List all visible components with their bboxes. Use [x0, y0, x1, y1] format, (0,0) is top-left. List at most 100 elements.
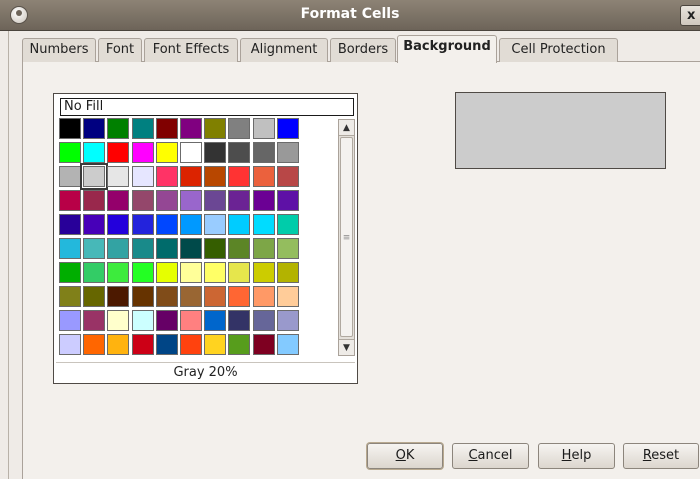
color-swatch[interactable]	[228, 310, 250, 331]
color-swatch[interactable]	[107, 238, 129, 259]
color-swatch[interactable]	[59, 214, 81, 235]
close-button[interactable]: x	[680, 5, 700, 26]
color-swatch[interactable]	[204, 142, 226, 163]
color-swatch[interactable]	[204, 214, 226, 235]
color-swatch[interactable]	[83, 334, 105, 355]
no-fill-option[interactable]: No Fill	[60, 98, 354, 116]
color-swatch[interactable]	[228, 142, 250, 163]
color-swatch[interactable]	[180, 142, 202, 163]
color-swatch[interactable]	[180, 118, 202, 139]
tab-font[interactable]: Font	[98, 38, 142, 62]
color-swatch[interactable]	[107, 286, 129, 307]
color-swatch[interactable]	[253, 286, 275, 307]
color-swatch[interactable]	[132, 118, 154, 139]
color-swatch[interactable]	[132, 190, 154, 211]
scrollbar-thumb[interactable]: ≡	[340, 137, 353, 337]
color-swatch[interactable]	[180, 190, 202, 211]
color-swatch[interactable]	[204, 118, 226, 139]
color-swatch[interactable]	[277, 310, 299, 331]
scroll-up-arrow-icon[interactable]: ▲	[339, 120, 354, 136]
color-swatch[interactable]	[228, 190, 250, 211]
color-swatch[interactable]	[277, 166, 299, 187]
color-swatch[interactable]	[83, 142, 105, 163]
color-swatch[interactable]	[253, 142, 275, 163]
color-swatch[interactable]	[83, 286, 105, 307]
color-swatch[interactable]	[204, 310, 226, 331]
color-swatch[interactable]	[277, 190, 299, 211]
color-swatch[interactable]	[228, 238, 250, 259]
color-swatch[interactable]	[204, 238, 226, 259]
color-swatch[interactable]	[83, 310, 105, 331]
tab-cell-protection[interactable]: Cell Protection	[499, 38, 618, 62]
color-swatch[interactable]	[277, 238, 299, 259]
color-swatch[interactable]	[107, 334, 129, 355]
color-swatch[interactable]	[132, 166, 154, 187]
color-swatch[interactable]	[228, 334, 250, 355]
color-swatch[interactable]	[83, 238, 105, 259]
color-swatch[interactable]	[156, 166, 178, 187]
color-swatch[interactable]	[253, 190, 275, 211]
scroll-down-arrow-icon[interactable]: ▼	[339, 339, 354, 355]
color-swatch[interactable]	[180, 262, 202, 283]
color-swatch[interactable]	[156, 262, 178, 283]
color-swatch[interactable]	[59, 310, 81, 331]
color-swatch[interactable]	[132, 142, 154, 163]
color-swatch[interactable]	[132, 214, 154, 235]
color-swatch[interactable]	[180, 166, 202, 187]
color-swatch[interactable]	[107, 262, 129, 283]
color-swatch[interactable]	[132, 334, 154, 355]
palette-scrollbar[interactable]: ▲ ≡ ▼	[338, 119, 355, 356]
color-swatch[interactable]	[228, 286, 250, 307]
color-swatch[interactable]	[204, 286, 226, 307]
color-swatch[interactable]	[59, 190, 81, 211]
color-swatch[interactable]	[228, 262, 250, 283]
color-swatch[interactable]	[59, 286, 81, 307]
reset-button[interactable]: Reset	[623, 443, 699, 469]
color-swatch[interactable]	[180, 238, 202, 259]
color-swatch[interactable]	[156, 286, 178, 307]
color-swatch[interactable]	[277, 142, 299, 163]
help-button[interactable]: Help	[538, 443, 615, 469]
color-swatch[interactable]	[83, 190, 105, 211]
color-swatch[interactable]	[59, 166, 81, 187]
color-swatch[interactable]	[180, 286, 202, 307]
cancel-button[interactable]: Cancel	[452, 443, 529, 469]
color-swatch[interactable]	[253, 310, 275, 331]
color-swatch[interactable]	[107, 310, 129, 331]
color-swatch[interactable]	[180, 214, 202, 235]
color-swatch[interactable]	[59, 118, 81, 139]
color-swatch[interactable]	[59, 334, 81, 355]
color-swatch[interactable]	[83, 214, 105, 235]
color-swatch[interactable]	[107, 142, 129, 163]
color-swatch[interactable]	[59, 238, 81, 259]
color-swatch[interactable]	[180, 310, 202, 331]
color-swatch[interactable]	[132, 310, 154, 331]
color-swatch[interactable]	[228, 214, 250, 235]
color-swatch[interactable]	[204, 334, 226, 355]
color-swatch[interactable]	[80, 163, 108, 190]
color-swatch[interactable]	[253, 238, 275, 259]
tab-font-effects[interactable]: Font Effects	[144, 38, 238, 62]
color-swatch[interactable]	[156, 118, 178, 139]
color-swatch[interactable]	[59, 142, 81, 163]
color-swatch[interactable]	[253, 118, 275, 139]
color-swatch[interactable]	[277, 262, 299, 283]
color-swatch[interactable]	[107, 190, 129, 211]
color-swatch[interactable]	[228, 166, 250, 187]
color-swatch[interactable]	[156, 334, 178, 355]
color-swatch[interactable]	[156, 142, 178, 163]
color-swatch[interactable]	[156, 190, 178, 211]
color-swatch[interactable]	[180, 334, 202, 355]
color-swatch[interactable]	[132, 238, 154, 259]
color-swatch[interactable]	[277, 118, 299, 139]
color-swatch[interactable]	[132, 286, 154, 307]
color-swatch[interactable]	[83, 118, 105, 139]
color-swatch[interactable]	[204, 166, 226, 187]
color-swatch[interactable]	[156, 238, 178, 259]
color-swatch[interactable]	[228, 118, 250, 139]
color-swatch[interactable]	[132, 262, 154, 283]
color-swatch[interactable]	[156, 310, 178, 331]
tab-alignment[interactable]: Alignment	[240, 38, 328, 62]
color-swatch[interactable]	[107, 118, 129, 139]
color-swatch[interactable]	[204, 262, 226, 283]
